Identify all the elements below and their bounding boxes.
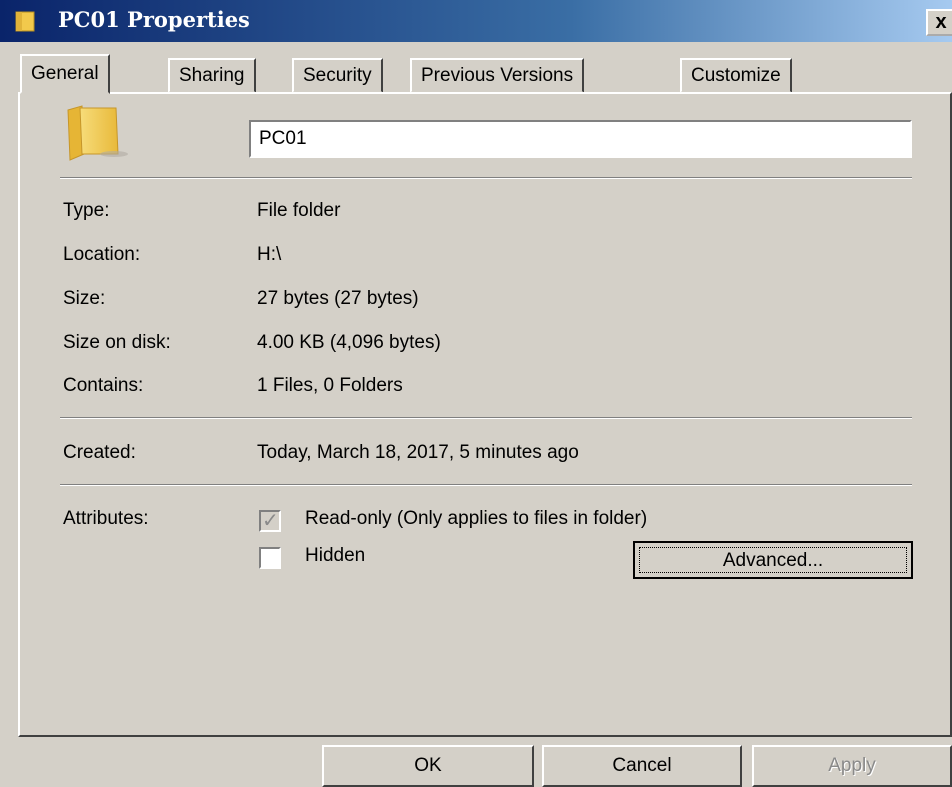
readonly-label: Read-only (Only applies to files in fold… (305, 508, 648, 529)
folder-name-input[interactable] (249, 120, 912, 158)
size-on-disk-value: 4.00 KB (4,096 bytes) (257, 332, 441, 353)
tab-label: Customize (691, 65, 781, 86)
type-value: File folder (257, 200, 341, 221)
readonly-checkbox[interactable]: ✓ (259, 510, 281, 532)
tab-label: Security (303, 65, 372, 86)
advanced-button[interactable]: Advanced... (633, 541, 913, 579)
size-on-disk-label: Size on disk: (63, 332, 171, 353)
tab-previous-versions[interactable]: Previous Versions (410, 58, 585, 93)
created-value: Today, March 18, 2017, 5 minutes ago (257, 442, 579, 463)
title-bar: PC01 Properties x (0, 0, 952, 42)
tab-label: General (31, 63, 99, 84)
tab-security[interactable]: Security (292, 58, 383, 93)
tab-customize[interactable]: Customize (680, 58, 792, 93)
location-value: H:\ (257, 244, 282, 265)
tab-general[interactable]: General (20, 54, 110, 94)
apply-button[interactable]: Apply (752, 745, 952, 787)
size-label: Size: (63, 288, 106, 309)
contains-label: Contains: (63, 375, 144, 396)
ok-button[interactable]: OK (322, 745, 534, 787)
cancel-button[interactable]: Cancel (542, 745, 742, 787)
type-label: Type: (63, 200, 110, 221)
size-value: 27 bytes (27 bytes) (257, 288, 419, 309)
contains-value: 1 Files, 0 Folders (257, 375, 403, 396)
close-icon: x (935, 11, 947, 33)
tab-sharing[interactable]: Sharing (168, 58, 256, 93)
general-tab-panel (18, 92, 952, 737)
separator (60, 484, 912, 486)
folder-icon (67, 105, 128, 161)
hidden-checkbox[interactable] (259, 547, 281, 569)
location-label: Location: (63, 244, 141, 265)
check-icon: ✓ (262, 510, 279, 532)
created-label: Created: (63, 442, 136, 463)
separator (60, 177, 912, 179)
attributes-label: Attributes: (63, 508, 149, 529)
window-title: PC01 Properties (58, 7, 250, 32)
advanced-button-label: Advanced... (639, 547, 907, 573)
separator (60, 417, 912, 419)
folder-icon (15, 11, 35, 32)
close-button[interactable]: x (926, 9, 952, 36)
tab-label: Sharing (179, 65, 245, 86)
tab-label: Previous Versions (421, 65, 574, 86)
hidden-label: Hidden (305, 545, 366, 566)
